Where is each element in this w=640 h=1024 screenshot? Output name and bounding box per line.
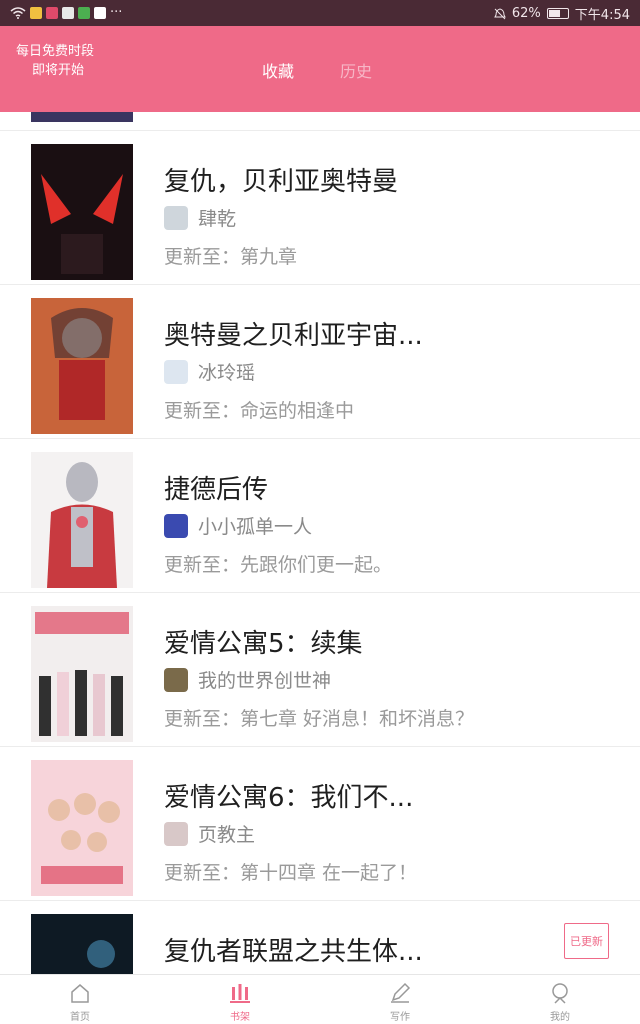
app-notification-icon: [30, 6, 42, 19]
pencil-icon: [391, 982, 411, 1003]
book-cover-image: [31, 452, 133, 588]
battery-icon: [546, 8, 569, 19]
book-author: 小小孤单一人: [164, 512, 312, 539]
status-icons-left: ···: [10, 5, 122, 20]
book-row[interactable]: 复仇者联盟之共生体... 已更新: [0, 900, 640, 974]
book-cover-image: [31, 606, 133, 742]
mute-bell-icon: [494, 7, 506, 19]
book-author: 冰玲瑶: [164, 358, 255, 385]
book-update-status: 更新至：第十四章 在一起了！: [164, 862, 418, 884]
author-name: 肆乾: [198, 208, 237, 230]
top-header: 每日免费时段 即将开始 收藏 历史: [0, 26, 640, 112]
author-avatar: [164, 205, 188, 230]
free-time-slot-notice[interactable]: 每日免费时段 即将开始: [16, 42, 94, 80]
book-row[interactable]: 奥特曼之贝利亚宇宙... 冰玲瑶 更新至：命运的相逢中: [0, 284, 640, 438]
clock: 下午4:54: [574, 8, 630, 23]
book-cover-partial[interactable]: [31, 112, 133, 122]
book-title: 奥特曼之贝利亚宇宙...: [164, 321, 423, 351]
free-time-slot-line1: 每日免费时段: [16, 44, 95, 59]
author-name: 我的世界创世神: [198, 670, 332, 692]
book-cover-image: [31, 298, 133, 434]
nav-bookshelf-label: 书架: [230, 1012, 250, 1023]
book-author: 页教主: [164, 820, 255, 847]
book-cover[interactable]: [31, 606, 133, 742]
book-row[interactable]: 复仇，贝利亚奥特曼 肆乾 更新至：第九章: [0, 130, 640, 284]
book-title: 复仇者联盟之共生体...: [164, 937, 423, 967]
book-cover[interactable]: [31, 298, 133, 434]
book-cover[interactable]: [31, 760, 133, 896]
book-title: 爱情公寓6：我们不...: [164, 783, 414, 813]
book-title: 捷德后传: [164, 475, 269, 505]
author-avatar: [164, 359, 188, 384]
nav-home[interactable]: 首页: [0, 975, 160, 1024]
book-row[interactable]: 爱情公寓6：我们不... 页教主 更新至：第十四章 在一起了！: [0, 746, 640, 900]
book-author: 肆乾: [164, 204, 236, 231]
bookshelf-list: 复仇，贝利亚奥特曼 肆乾 更新至：第九章 奥特曼之贝利亚宇宙... 冰玲瑶 更新…: [0, 112, 640, 974]
status-icons-right: 62% 下午4:54: [494, 4, 630, 23]
book-update-status: 更新至：第九章: [164, 246, 298, 268]
favorites-history-tabs: 收藏 历史: [262, 58, 372, 82]
tab-history[interactable]: 历史: [340, 58, 372, 82]
nav-write-label: 写作: [390, 1012, 410, 1023]
app-notification-icon: [46, 6, 58, 19]
nav-bookshelf[interactable]: 书架: [160, 975, 320, 1024]
book-title: 爱情公寓5：续集: [164, 629, 363, 659]
nav-profile[interactable]: 我的: [480, 975, 640, 1024]
book-author: 我的世界创世神: [164, 666, 331, 693]
book-row[interactable]: 爱情公寓5：续集 我的世界创世神 更新至：第七章 好消息！和坏消息？: [0, 592, 640, 746]
profile-icon: [552, 983, 568, 1004]
book-cover-image: [31, 760, 133, 896]
author-avatar: [164, 821, 188, 846]
nav-home-label: 首页: [70, 1012, 90, 1023]
more-notifications-text: ···: [110, 5, 123, 20]
book-row[interactable]: 捷德后传 小小孤单一人 更新至：先跟你们更一起。: [0, 438, 640, 592]
book-cover[interactable]: [31, 144, 133, 280]
nav-profile-label: 我的: [550, 1012, 570, 1023]
bookshelf-icon: [230, 984, 250, 1003]
wifi-icon: [10, 6, 26, 19]
author-avatar: [164, 667, 188, 692]
battery-level-fill: [548, 10, 560, 17]
book-update-status: 更新至：第七章 好消息！和坏消息？: [164, 708, 475, 730]
book-cover-image: [31, 914, 133, 974]
book-title: 复仇，贝利亚奥特曼: [164, 167, 399, 197]
book-update-status: 更新至：命运的相逢中: [164, 400, 355, 422]
book-cover[interactable]: [31, 452, 133, 588]
app-notification-icon: [78, 6, 90, 19]
status-bar: ··· 62% 下午4:54: [0, 0, 640, 26]
author-name: 小小孤单一人: [198, 516, 313, 538]
book-cover[interactable]: [31, 914, 133, 974]
author-name: 页教主: [198, 824, 256, 846]
book-cover-image: [31, 144, 133, 280]
bottom-navigation: 首页 书架 写作 我的: [0, 974, 640, 1024]
app-notification-icon: [94, 6, 106, 19]
book-update-status: 更新至：先跟你们更一起。: [164, 554, 393, 576]
author-avatar: [164, 513, 188, 538]
app-notification-icon: [62, 6, 74, 19]
updated-badge: 已更新: [564, 923, 609, 959]
author-name: 冰玲瑶: [198, 362, 256, 384]
home-icon: [71, 984, 89, 1003]
battery-percent: 62%: [511, 6, 541, 21]
nav-write[interactable]: 写作: [320, 975, 480, 1024]
free-time-slot-line2: 即将开始: [32, 63, 85, 78]
tab-favorites[interactable]: 收藏: [262, 58, 294, 82]
